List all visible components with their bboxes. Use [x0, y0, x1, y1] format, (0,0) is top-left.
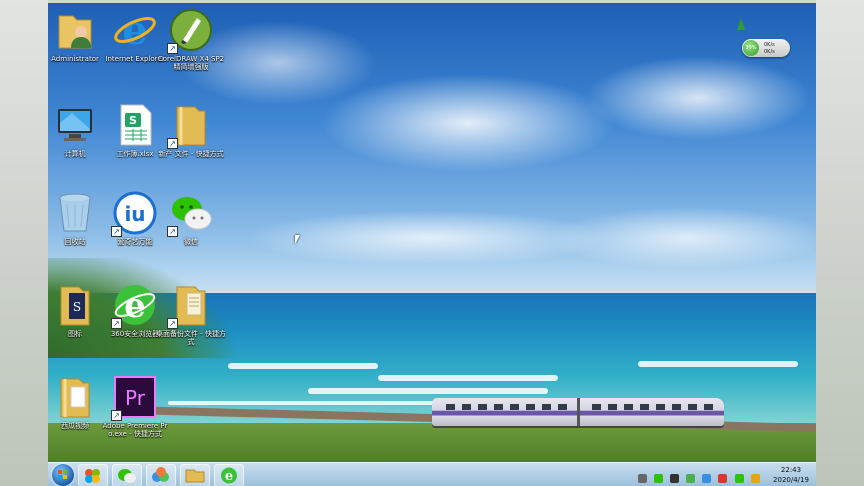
shortcut-arrow-icon: ↗: [111, 410, 122, 421]
user-folder-icon: [53, 8, 97, 52]
tray-cloud-icon[interactable]: [702, 474, 712, 483]
taskbar-app-cloud[interactable]: [146, 464, 176, 486]
desktop-icon-new-folder[interactable]: ↗ 新产 文件 - 快捷方式: [156, 103, 226, 158]
network-percent-ball: 39%: [743, 40, 759, 56]
svg-text:S: S: [129, 114, 137, 127]
svg-text:iu: iu: [124, 202, 145, 226]
taskbar-clock[interactable]: 22:43 2020/4/19: [768, 465, 814, 485]
tray-wechat-2-icon[interactable]: [734, 474, 744, 483]
recycle-bin-icon: [53, 191, 97, 235]
taskbar-app-folder[interactable]: [180, 464, 210, 486]
shortcut-arrow-icon: ↗: [167, 226, 178, 237]
svg-text:S: S: [73, 300, 81, 314]
download-speed: 0K/s: [764, 49, 775, 55]
colorful-tiles-icon: [85, 469, 100, 483]
shortcut-arrow-icon: ↗: [111, 318, 122, 329]
tray-shield-icon[interactable]: [750, 474, 760, 483]
right-blur-border: [816, 0, 864, 486]
christmas-tree-gadget-icon[interactable]: [737, 18, 745, 30]
taskbar: e 22:43 2020/4/19: [48, 462, 816, 486]
desktop-icon-premiere[interactable]: Pr ↗ Adobe Premiere Pro.exe - 快捷方式: [100, 375, 170, 438]
coreldraw-icon: ↗: [167, 8, 213, 54]
upload-speed: 0K/s: [764, 42, 775, 48]
clock-date: 2020/4/19: [773, 476, 809, 484]
left-blur-border: [0, 0, 48, 486]
tray-security-icon[interactable]: [718, 474, 728, 483]
wechat-icon: ↗: [167, 191, 213, 237]
shortcut-arrow-icon: ↗: [111, 226, 122, 237]
wallpaper-train: [432, 398, 724, 426]
network-speed-widget[interactable]: 39% 0K/s 0K/s: [742, 39, 790, 57]
svg-text:e: e: [124, 286, 146, 326]
folder-icon: [53, 375, 97, 419]
taskbar-app-wechat[interactable]: [112, 464, 142, 486]
start-button[interactable]: [52, 464, 74, 486]
folder-icon: ↗: [167, 103, 213, 149]
svg-text:e: e: [122, 8, 147, 52]
computer-icon: [53, 103, 97, 147]
taskbar-app-windows-explorer[interactable]: [78, 464, 108, 486]
desktop-screen: Administrator e Internet Explorer ↗ Core…: [48, 3, 816, 486]
system-tray: [638, 468, 770, 483]
folder-icon: ↗: [167, 283, 213, 329]
desktop-icon-coreldraw[interactable]: ↗ CorelDRAW X4 SP2 精简增强版: [156, 8, 226, 71]
iu-icon: iu ↗: [111, 191, 157, 237]
tray-chain-icon[interactable]: [638, 474, 647, 483]
tray-wechat-icon[interactable]: [654, 474, 664, 483]
cloud-app-icon: [152, 467, 169, 482]
taskbar-app-360-browser[interactable]: e: [214, 464, 244, 486]
360-browser-icon: e ↗: [111, 283, 157, 329]
desktop-icon-desktop-backup[interactable]: ↗ 桌面备份文件 - 快捷方式: [156, 283, 226, 346]
svg-text:e: e: [225, 469, 233, 484]
wechat-icon: [118, 469, 136, 483]
shortcut-arrow-icon: ↗: [167, 43, 178, 54]
ie-icon: e: [113, 7, 157, 54]
svg-text:Pr: Pr: [125, 386, 146, 410]
book-folder-icon: S: [53, 283, 97, 327]
tray-monitor-icon[interactable]: [670, 474, 680, 483]
shortcut-arrow-icon: ↗: [167, 318, 178, 329]
clock-time: 22:43: [780, 466, 802, 474]
spreadsheet-icon: S: [113, 103, 157, 147]
tray-360-icon[interactable]: [686, 474, 696, 483]
desktop-icon-wechat[interactable]: ↗ 微信: [156, 191, 226, 246]
mouse-cursor-icon: [295, 235, 300, 244]
360-browser-icon: e: [221, 467, 237, 484]
windows-logo-icon: [58, 470, 67, 479]
premiere-icon: Pr ↗: [111, 375, 157, 421]
folder-icon: [185, 469, 205, 483]
shortcut-arrow-icon: ↗: [167, 138, 178, 149]
